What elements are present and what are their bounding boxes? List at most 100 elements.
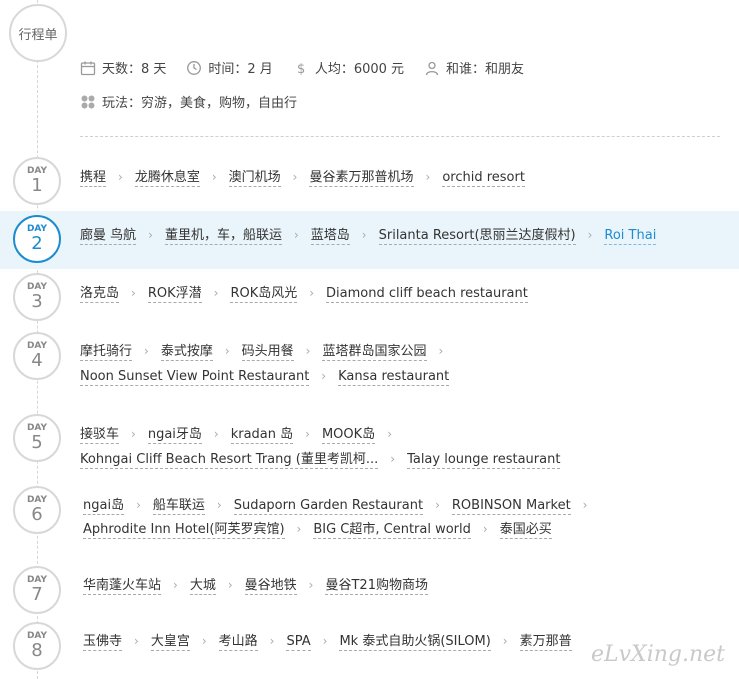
chevron-right-icon: ›: [390, 452, 396, 466]
route-stop[interactable]: ROBINSON Market: [451, 498, 571, 515]
route-stop[interactable]: Sudaporn Garden Restaurant: [233, 498, 424, 515]
chevron-right-icon: ›: [131, 286, 136, 300]
route-stop[interactable]: ngai牙岛: [147, 427, 202, 444]
summary-with: 和谁：和朋友: [424, 58, 524, 77]
route-stop[interactable]: 摩托骑行: [80, 344, 133, 361]
route-stop[interactable]: 携程: [80, 170, 107, 187]
route-stop[interactable]: ROK浮潜: [147, 286, 202, 303]
route-stop[interactable]: 曼谷素万那普机场: [309, 170, 414, 187]
day-number: 3: [31, 291, 43, 312]
route-stop[interactable]: orchid resort: [442, 170, 525, 187]
route-stop[interactable]: 码头用餐: [241, 344, 294, 361]
chevron-right-icon: ›: [305, 344, 311, 358]
route-stop[interactable]: 龙腾休息室: [134, 170, 200, 187]
route-stop[interactable]: Noon Sunset View Point Restaurant: [80, 369, 310, 386]
route-stop[interactable]: 曼谷地铁: [244, 578, 297, 595]
route-stop[interactable]: 泰式按摩: [160, 344, 213, 361]
day-number: 4: [31, 350, 43, 371]
day-badge-4[interactable]: DAY 4: [13, 332, 61, 380]
day-5-route-line: Kohngai Cliff Beach Resort Trang (董里考凯柯.…: [80, 447, 561, 472]
chevron-right-icon: ›: [482, 522, 488, 536]
route-stop[interactable]: SPA: [286, 634, 311, 651]
day-2-route-line: 廊曼 鸟航 › 董里机，车，船联运 › 蓝塔岛 › Srilanta Resort(思丽兰达…: [80, 223, 657, 248]
summary-play-row: 玩法：穷游，美食，购物，自由行: [80, 92, 317, 111]
route-stop[interactable]: Kansa restaurant: [338, 369, 450, 386]
chevron-right-icon: ›: [582, 498, 588, 512]
route-stop[interactable]: 蓝塔岛: [310, 228, 350, 245]
chevron-right-icon: ›: [309, 286, 315, 300]
day-badge-2[interactable]: DAY 2: [13, 215, 61, 263]
route-stop[interactable]: 廊曼 鸟航: [80, 228, 137, 245]
chevron-right-icon: ›: [435, 498, 440, 512]
itinerary-title: 行程单: [18, 27, 58, 43]
chevron-right-icon: ›: [134, 634, 139, 648]
route-stop[interactable]: 大城: [189, 578, 216, 595]
chevron-right-icon: ›: [269, 634, 275, 648]
route-stop[interactable]: Roi Thai: [604, 228, 657, 245]
chevron-right-icon: ›: [173, 578, 178, 592]
chevron-right-icon: ›: [148, 228, 153, 242]
route-stop[interactable]: 洛克岛: [80, 286, 120, 303]
route-stop[interactable]: Kohngai Cliff Beach Resort Trang (董里考凯柯.…: [80, 452, 379, 469]
day-5-route-line: 接驳车 › ngai牙岛 › kradan 岛 › MOOK岛 ›: [80, 422, 392, 447]
chevron-right-icon: ›: [387, 427, 392, 441]
route-stop[interactable]: ROK岛风光: [230, 286, 298, 303]
day-number: 8: [31, 640, 43, 661]
grid-dots-icon: [81, 95, 95, 108]
summary-row: 天数：8 天 时间：2 月 $ 人均：6000 元 和谁：和朋友: [80, 58, 544, 77]
route-stop[interactable]: 澳门机场: [228, 170, 281, 187]
route-stop[interactable]: 接驳车: [80, 427, 120, 444]
summary-play: 玩法：穷游，美食，购物，自由行: [80, 92, 297, 111]
day-badge-7[interactable]: DAY 7: [13, 566, 61, 614]
dollar-icon: $: [297, 62, 305, 76]
calendar-icon: [80, 61, 96, 75]
route-stop[interactable]: 考山路: [218, 634, 258, 651]
route-stop[interactable]: MOOK岛: [321, 427, 376, 444]
route-stop[interactable]: BIG C超市, Central world: [313, 522, 471, 539]
day-number: 5: [31, 432, 43, 453]
route-stop[interactable]: Talay lounge restaurant: [407, 452, 561, 469]
route-stop[interactable]: 曼谷T21购物商场: [325, 578, 428, 595]
chevron-right-icon: ›: [136, 498, 141, 512]
itinerary-header: 行程单: [9, 4, 67, 62]
chevron-right-icon: ›: [502, 634, 508, 648]
route-stop[interactable]: 船车联运: [152, 498, 205, 515]
day-number: 6: [31, 504, 43, 525]
route-stop[interactable]: Diamond cliff beach restaurant: [326, 286, 528, 303]
chevron-right-icon: ›: [213, 286, 219, 300]
chevron-right-icon: ›: [308, 578, 314, 592]
route-stop[interactable]: 大皇宫: [150, 634, 190, 651]
chevron-right-icon: ›: [213, 427, 219, 441]
person-icon: [425, 61, 439, 75]
day-number: 7: [31, 584, 43, 605]
chevron-right-icon: ›: [425, 170, 431, 184]
day-badge-1[interactable]: DAY 1: [13, 157, 61, 205]
route-stop[interactable]: 玉佛寺: [83, 634, 123, 651]
day-badge-8[interactable]: DAY 8: [13, 622, 61, 670]
day-badge-3[interactable]: DAY 3: [13, 273, 61, 321]
chevron-right-icon: ›: [227, 578, 233, 592]
route-stop[interactable]: 董里机，车，船联运: [164, 228, 282, 245]
route-stop[interactable]: ngai岛: [83, 498, 125, 515]
route-stop[interactable]: 华南蓬火车站: [83, 578, 162, 595]
route-stop[interactable]: 素万那普: [519, 634, 572, 651]
route-stop[interactable]: Srilanta Resort(思丽兰达度假村): [378, 228, 576, 245]
route-stop[interactable]: Mk 泰式自助火锅(SILOM): [339, 634, 491, 651]
route-stop[interactable]: Aphrodite Inn Hotel(阿芙罗宾馆): [83, 522, 285, 539]
summary-divider: [80, 136, 720, 137]
chevron-right-icon: ›: [293, 228, 299, 242]
summary-time: 时间：2 月: [186, 58, 273, 77]
route-stop[interactable]: 蓝塔群岛国家公园: [322, 344, 427, 361]
chevron-right-icon: ›: [201, 634, 207, 648]
chevron-right-icon: ›: [224, 344, 230, 358]
watermark: eLvXing.net: [590, 642, 725, 667]
chevron-right-icon: ›: [296, 522, 302, 536]
route-stop[interactable]: kradan 岛: [230, 427, 294, 444]
day-badge-5[interactable]: DAY 5: [13, 414, 61, 462]
clock-icon: [187, 60, 202, 75]
day-number: 2: [31, 233, 43, 254]
chevron-right-icon: ›: [361, 228, 367, 242]
day-badge-6[interactable]: DAY 6: [13, 486, 61, 534]
day-4-route-line: 摩托骑行 › 泰式按摩 › 码头用餐 › 蓝塔群岛国家公园 ›: [80, 339, 443, 364]
route-stop[interactable]: 泰国必买: [499, 522, 552, 539]
